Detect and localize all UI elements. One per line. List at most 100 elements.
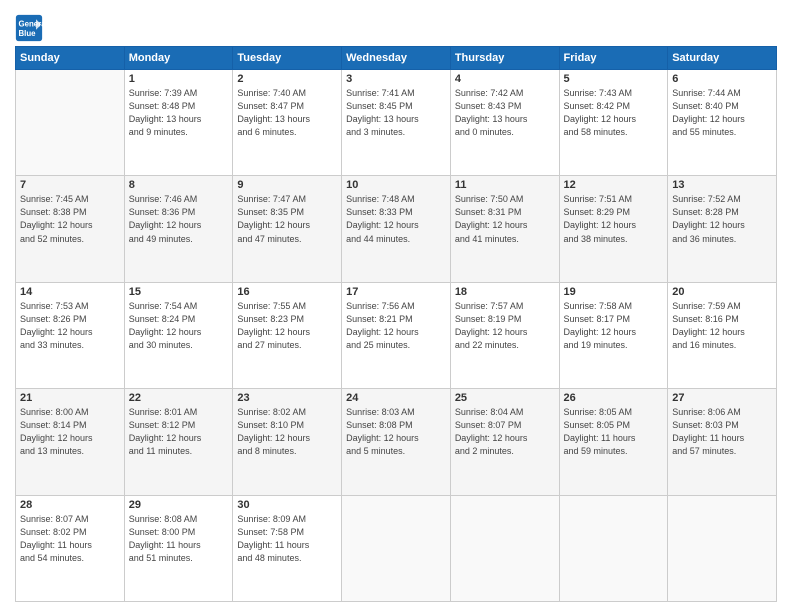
calendar-cell: 19 Sunrise: 7:58 AM Sunset: 8:17 PM Dayli… [559,282,668,388]
calendar-cell: 30 Sunrise: 8:09 AM Sunset: 7:58 PM Dayli… [233,495,342,601]
calendar-cell [342,495,451,601]
calendar-cell: 18 Sunrise: 7:57 AM Sunset: 8:19 PM Dayli… [450,282,559,388]
day-info: Sunrise: 7:43 AM Sunset: 8:42 PM Dayligh… [564,87,664,139]
calendar-cell [559,495,668,601]
day-number: 30 [237,499,337,511]
day-number: 20 [672,286,772,298]
day-number: 14 [20,286,120,298]
day-number: 26 [564,392,664,404]
week-row-4: 21 Sunrise: 8:00 AM Sunset: 8:14 PM Dayli… [16,389,777,495]
day-info: Sunrise: 8:09 AM Sunset: 7:58 PM Dayligh… [237,513,337,565]
day-number: 23 [237,392,337,404]
day-info: Sunrise: 8:07 AM Sunset: 8:02 PM Dayligh… [20,513,120,565]
day-number: 2 [237,73,337,85]
logo-icon: General Blue [15,14,43,42]
calendar-cell [668,495,777,601]
day-number: 11 [455,179,555,191]
day-number: 21 [20,392,120,404]
calendar-cell: 3 Sunrise: 7:41 AM Sunset: 8:45 PM Daylig… [342,70,451,176]
week-row-1: 1Sunrise: 7:39 AM Sunset: 8:48 PM Daylig… [16,70,777,176]
weekday-header-friday: Friday [559,47,668,70]
day-number: 19 [564,286,664,298]
day-info: Sunrise: 8:08 AM Sunset: 8:00 PM Dayligh… [129,513,229,565]
day-info: Sunrise: 7:50 AM Sunset: 8:31 PM Dayligh… [455,193,555,245]
day-info: Sunrise: 7:42 AM Sunset: 8:43 PM Dayligh… [455,87,555,139]
calendar-cell: 8Sunrise: 7:46 AM Sunset: 8:36 PM Daylig… [124,176,233,282]
weekday-header-saturday: Saturday [668,47,777,70]
header: General Blue [15,10,777,42]
day-number: 9 [237,179,337,191]
calendar-cell: 6Sunrise: 7:44 AM Sunset: 8:40 PM Daylig… [668,70,777,176]
calendar-cell: 29 Sunrise: 8:08 AM Sunset: 8:00 PM Dayli… [124,495,233,601]
weekday-header-row: SundayMondayTuesdayWednesdayThursdayFrid… [16,47,777,70]
calendar-cell: 20Sunrise: 7:59 AM Sunset: 8:16 PM Dayli… [668,282,777,388]
calendar-cell: 16 Sunrise: 7:55 AM Sunset: 8:23 PM Dayli… [233,282,342,388]
day-number: 7 [20,179,120,191]
day-info: Sunrise: 8:02 AM Sunset: 8:10 PM Dayligh… [237,406,337,458]
day-info: Sunrise: 8:00 AM Sunset: 8:14 PM Dayligh… [20,406,120,458]
calendar-cell: 10 Sunrise: 7:48 AM Sunset: 8:33 PM Dayli… [342,176,451,282]
day-number: 10 [346,179,446,191]
day-info: Sunrise: 8:04 AM Sunset: 8:07 PM Dayligh… [455,406,555,458]
day-number: 5 [564,73,664,85]
calendar-cell [16,70,125,176]
day-info: Sunrise: 7:47 AM Sunset: 8:35 PM Dayligh… [237,193,337,245]
day-number: 18 [455,286,555,298]
calendar-cell: 28Sunrise: 8:07 AM Sunset: 8:02 PM Dayli… [16,495,125,601]
weekday-header-tuesday: Tuesday [233,47,342,70]
calendar-cell: 23 Sunrise: 8:02 AM Sunset: 8:10 PM Dayli… [233,389,342,495]
day-info: Sunrise: 7:57 AM Sunset: 8:19 PM Dayligh… [455,300,555,352]
calendar-cell: 13 Sunrise: 7:52 AM Sunset: 8:28 PM Dayli… [668,176,777,282]
day-number: 13 [672,179,772,191]
calendar-cell: 14 Sunrise: 7:53 AM Sunset: 8:26 PM Dayli… [16,282,125,388]
day-number: 29 [129,499,229,511]
calendar-cell [450,495,559,601]
day-info: Sunrise: 7:40 AM Sunset: 8:47 PM Dayligh… [237,87,337,139]
calendar-cell: 22Sunrise: 8:01 AM Sunset: 8:12 PM Dayli… [124,389,233,495]
calendar-cell: 26 Sunrise: 8:05 AM Sunset: 8:05 PM Dayli… [559,389,668,495]
day-info: Sunrise: 7:54 AM Sunset: 8:24 PM Dayligh… [129,300,229,352]
day-info: Sunrise: 7:41 AM Sunset: 8:45 PM Dayligh… [346,87,446,139]
day-info: Sunrise: 8:06 AM Sunset: 8:03 PM Dayligh… [672,406,772,458]
day-info: Sunrise: 7:55 AM Sunset: 8:23 PM Dayligh… [237,300,337,352]
day-info: Sunrise: 8:03 AM Sunset: 8:08 PM Dayligh… [346,406,446,458]
day-number: 27 [672,392,772,404]
weekday-header-thursday: Thursday [450,47,559,70]
week-row-2: 7 Sunrise: 7:45 AM Sunset: 8:38 PM Daylig… [16,176,777,282]
logo: General Blue [15,14,45,42]
calendar-cell: 12Sunrise: 7:51 AM Sunset: 8:29 PM Dayli… [559,176,668,282]
day-number: 6 [672,73,772,85]
day-number: 16 [237,286,337,298]
calendar-cell: 25 Sunrise: 8:04 AM Sunset: 8:07 PM Dayli… [450,389,559,495]
day-number: 3 [346,73,446,85]
calendar-cell: 4 Sunrise: 7:42 AM Sunset: 8:43 PM Daylig… [450,70,559,176]
day-number: 25 [455,392,555,404]
day-info: Sunrise: 8:05 AM Sunset: 8:05 PM Dayligh… [564,406,664,458]
weekday-header-monday: Monday [124,47,233,70]
calendar-table: SundayMondayTuesdayWednesdayThursdayFrid… [15,46,777,602]
page: General Blue SundayMondayTuesdayWednesda… [0,0,792,612]
day-info: Sunrise: 7:52 AM Sunset: 8:28 PM Dayligh… [672,193,772,245]
day-number: 24 [346,392,446,404]
calendar-cell: 24 Sunrise: 8:03 AM Sunset: 8:08 PM Dayli… [342,389,451,495]
calendar-cell: 9 Sunrise: 7:47 AM Sunset: 8:35 PM Daylig… [233,176,342,282]
day-info: Sunrise: 7:48 AM Sunset: 8:33 PM Dayligh… [346,193,446,245]
weekday-header-sunday: Sunday [16,47,125,70]
calendar-cell: 17Sunrise: 7:56 AM Sunset: 8:21 PM Dayli… [342,282,451,388]
day-number: 8 [129,179,229,191]
calendar-cell: 27 Sunrise: 8:06 AM Sunset: 8:03 PM Dayli… [668,389,777,495]
day-info: Sunrise: 7:58 AM Sunset: 8:17 PM Dayligh… [564,300,664,352]
calendar-cell: 15Sunrise: 7:54 AM Sunset: 8:24 PM Dayli… [124,282,233,388]
calendar-cell: 2 Sunrise: 7:40 AM Sunset: 8:47 PM Daylig… [233,70,342,176]
week-row-5: 28Sunrise: 8:07 AM Sunset: 8:02 PM Dayli… [16,495,777,601]
calendar-cell: 7 Sunrise: 7:45 AM Sunset: 8:38 PM Daylig… [16,176,125,282]
calendar-cell: 5 Sunrise: 7:43 AM Sunset: 8:42 PM Daylig… [559,70,668,176]
day-number: 1 [129,73,229,85]
calendar-cell: 1Sunrise: 7:39 AM Sunset: 8:48 PM Daylig… [124,70,233,176]
calendar-cell: 21 Sunrise: 8:00 AM Sunset: 8:14 PM Dayli… [16,389,125,495]
calendar-cell: 11 Sunrise: 7:50 AM Sunset: 8:31 PM Dayli… [450,176,559,282]
day-info: Sunrise: 7:53 AM Sunset: 8:26 PM Dayligh… [20,300,120,352]
day-number: 22 [129,392,229,404]
day-info: Sunrise: 7:45 AM Sunset: 8:38 PM Dayligh… [20,193,120,245]
day-number: 4 [455,73,555,85]
